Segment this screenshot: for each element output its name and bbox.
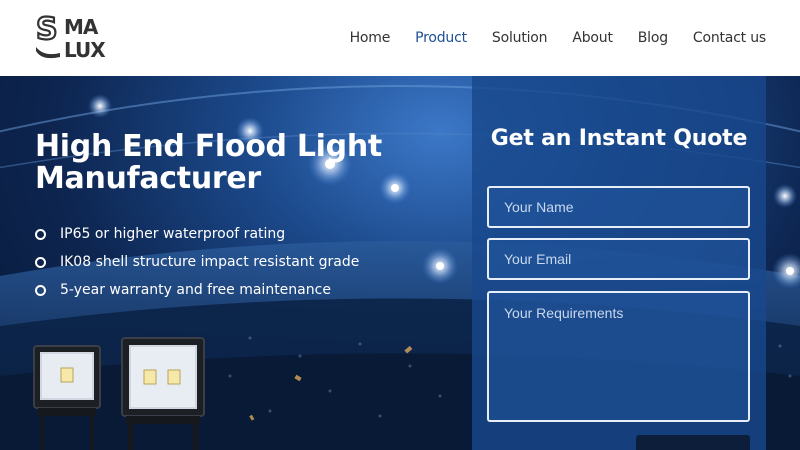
feature-item: IP65 or higher waterproof rating xyxy=(35,220,359,248)
quote-form-panel: Get an Instant Quote xyxy=(472,76,766,450)
smalux-logo[interactable]: S MA LUX xyxy=(34,13,124,61)
email-input[interactable] xyxy=(487,238,750,280)
nav-blog[interactable]: Blog xyxy=(638,30,668,46)
feature-text: IP65 or higher waterproof rating xyxy=(60,226,286,242)
main-nav: Home Product Solution About Blog Contact… xyxy=(350,0,767,76)
hero-title: High End Flood Light Manufacturer xyxy=(35,129,382,196)
circle-bullet-icon xyxy=(35,284,46,296)
site-header: S MA LUX Home Product Solution About Blo… xyxy=(0,0,800,76)
feature-text: IK08 shell structure impact resistant gr… xyxy=(60,254,360,270)
nav-about[interactable]: About xyxy=(572,30,613,46)
nav-product[interactable]: Product xyxy=(415,30,467,46)
feature-text: 5-year warranty and free maintenance xyxy=(60,282,331,298)
feature-item: 5-year warranty and free maintenance xyxy=(35,276,359,304)
svg-text:S: S xyxy=(36,13,56,47)
nav-home[interactable]: Home xyxy=(350,30,391,46)
requirements-textarea[interactable] xyxy=(487,291,750,422)
nav-contact-us[interactable]: Contact us xyxy=(693,30,766,46)
flood-light-product-image xyxy=(33,337,205,450)
hero-banner: High End Flood Light Manufacturer IP65 o… xyxy=(0,76,800,450)
feature-item: IK08 shell structure impact resistant gr… xyxy=(35,248,359,276)
circle-bullet-icon xyxy=(35,256,46,268)
feature-list: IP65 or higher waterproof rating IK08 sh… xyxy=(35,220,359,304)
circle-bullet-icon xyxy=(35,228,46,240)
svg-text:MA: MA xyxy=(64,15,99,39)
nav-solution[interactable]: Solution xyxy=(492,30,548,46)
submit-button[interactable] xyxy=(636,435,750,450)
name-input[interactable] xyxy=(487,186,750,228)
quote-form-title: Get an Instant Quote xyxy=(490,126,748,151)
svg-text:LUX: LUX xyxy=(64,38,106,61)
